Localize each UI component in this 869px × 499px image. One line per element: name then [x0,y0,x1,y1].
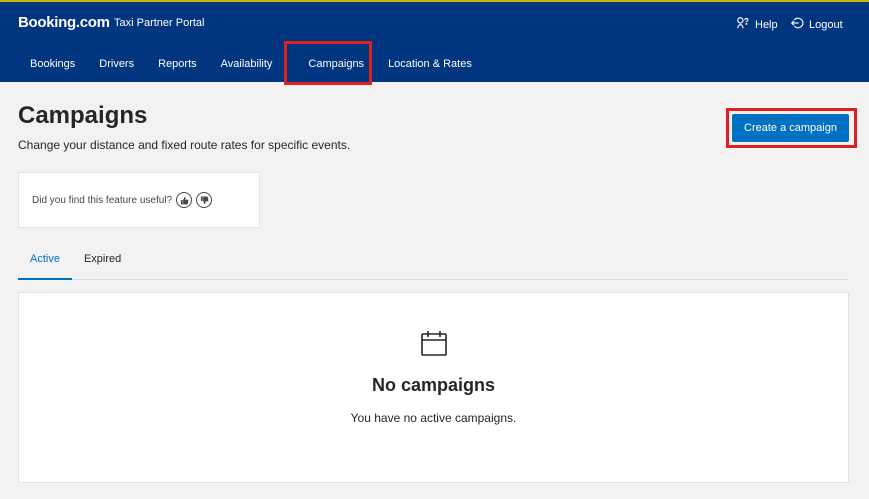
feedback-question: Did you find this feature useful? [32,194,173,206]
booking-logo[interactable]: Booking.com [18,14,110,31]
campaign-tabs: Active Expired [18,242,849,280]
nav-item-availability[interactable]: Availability [209,46,285,82]
empty-state-title: No campaigns [371,375,496,395]
top-header-bar: Booking.com Taxi Partner Portal Help Log… [0,0,869,82]
page-title: Campaigns [18,102,148,129]
thumbs-down-icon[interactable] [196,192,213,208]
logout-link[interactable]: Logout [790,16,843,33]
nav-item-location-rates[interactable]: Location & Rates [376,46,484,82]
thumbs-up-icon[interactable] [176,192,193,208]
page-subtitle: Change your distance and fixed route rat… [18,138,351,152]
help-link[interactable]: Help [736,16,778,33]
feedback-box: Did you find this feature useful? [18,172,260,228]
tab-active[interactable]: Active [18,242,72,280]
help-icon [736,16,750,33]
calendar-icon [421,331,447,356]
nav-item-reports[interactable]: Reports [146,46,209,82]
nav-item-bookings[interactable]: Bookings [18,46,87,82]
main-nav: Bookings Drivers Reports Availability Ca… [18,46,484,82]
logout-icon [790,16,804,33]
empty-state-card: No campaigns You have no active campaign… [18,292,849,483]
campaigns-nav-highlight [284,41,372,85]
nav-item-drivers[interactable]: Drivers [87,46,146,82]
logout-label: Logout [809,18,843,31]
tab-expired[interactable]: Expired [72,242,133,280]
help-label: Help [755,18,778,31]
create-button-highlight [726,108,857,148]
portal-name: Taxi Partner Portal [114,17,205,29]
empty-state-message: You have no active campaigns. [350,411,517,425]
